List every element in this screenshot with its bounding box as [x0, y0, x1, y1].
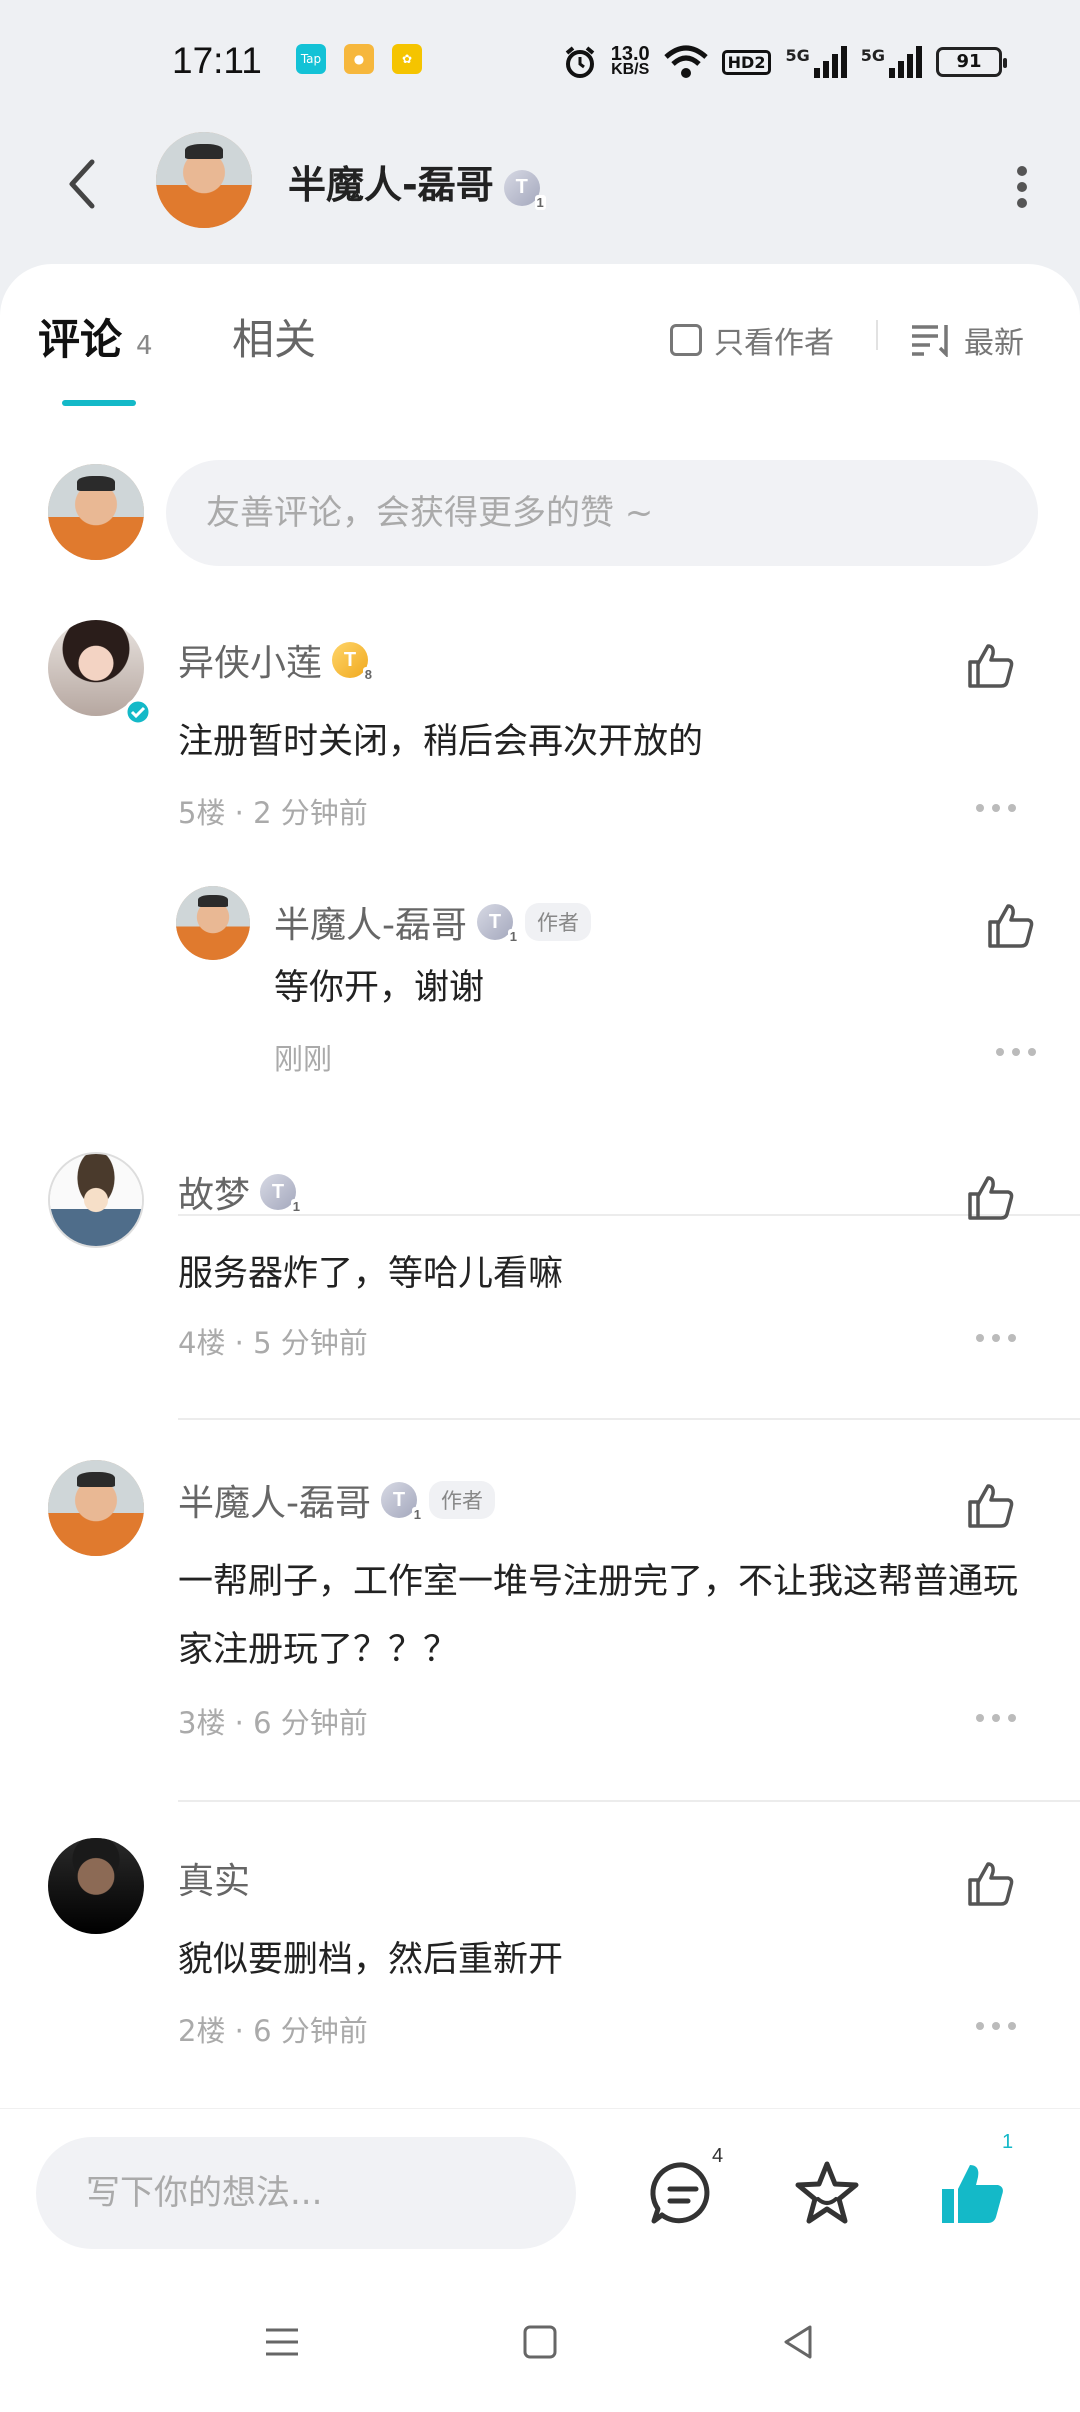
- comment-composer: 友善评论，会获得更多的赞 ~: [48, 460, 1048, 570]
- like-icon[interactable]: [966, 640, 1016, 690]
- comments-panel: 评论 4 相关 只看作者 最新 友善评论，会获得更多的赞 ~ 异侠小莲 T 8 …: [0, 264, 1080, 2108]
- divider: [178, 1800, 1080, 1802]
- sort-icon: [912, 325, 948, 357]
- comment-meta: 2楼 · 6 分钟前: [178, 2014, 368, 2048]
- comment-count-badge: 4: [712, 2145, 724, 2167]
- author-tag: 作者: [525, 903, 591, 941]
- reply-meta: 刚刚: [274, 1042, 333, 1076]
- more-icon[interactable]: [976, 1334, 1016, 1344]
- more-icon[interactable]: [996, 1048, 1036, 1058]
- like-icon[interactable]: [966, 1172, 1016, 1222]
- favorite-star-icon[interactable]: [792, 2159, 862, 2229]
- system-nav-bar: [0, 2278, 1080, 2412]
- status-bar: 17:11 Tap ● ✿ 13.0 KB/S HD2 5G 5G 91: [0, 0, 1080, 124]
- status-indicators: 13.0 KB/S HD2 5G 5G 91: [563, 38, 1007, 86]
- wifi-icon: [663, 45, 708, 78]
- comment-item: 故梦 T 1 服务器炸了，等哈儿看嘛 4楼 · 5 分钟前: [0, 1152, 1080, 1442]
- battery-indicator: 91: [936, 47, 1007, 77]
- divider: [178, 1418, 1080, 1420]
- sort-label: 最新: [964, 326, 1024, 361]
- divider: [876, 320, 878, 350]
- more-icon[interactable]: [976, 2022, 1016, 2032]
- commenter-name[interactable]: 真实: [178, 1852, 250, 1904]
- comment-meta: 5楼 · 2 分钟前: [178, 796, 368, 830]
- commenter-avatar[interactable]: [48, 1152, 144, 1248]
- level-badge-icon: T1: [477, 904, 519, 944]
- bottom-action-bar: 写下你的想法... 4 1: [0, 2108, 1080, 2278]
- author-only-toggle[interactable]: 只看作者: [670, 318, 834, 362]
- more-options-icon[interactable]: [1002, 162, 1042, 212]
- menu-icon[interactable]: [262, 2322, 302, 2362]
- comment-count: 4: [136, 331, 153, 361]
- signal-bars-icon: [889, 46, 922, 78]
- more-icon[interactable]: [976, 804, 1016, 814]
- network-speed: 13.0 KB/S: [610, 43, 650, 78]
- commenter-name[interactable]: 异侠小莲 T 8: [178, 634, 375, 686]
- level-badge-icon: T8: [332, 642, 375, 682]
- status-app-icons: Tap ● ✿: [296, 44, 422, 74]
- taptap-app-icon: Tap: [296, 44, 326, 74]
- home-icon[interactable]: [520, 2322, 560, 2362]
- like-count-badge: 1: [1002, 2131, 1014, 2153]
- reply-name[interactable]: 半魔人-磊哥 T 1 作者: [274, 896, 591, 948]
- comment-text: 貌似要删档，然后重新开: [178, 1940, 564, 1980]
- back-nav-icon[interactable]: [778, 2322, 818, 2362]
- comment-meta: 4楼 · 5 分钟前: [178, 1326, 368, 1360]
- reply-text: 等你开，谢谢: [274, 968, 485, 1008]
- bunny-app-icon: ✿: [392, 44, 422, 74]
- like-icon[interactable]: [986, 900, 1036, 950]
- comment-item: 半魔人-磊哥 T 1 作者 一帮刷子，工作室一堆号注册完了，不让我这帮普通玩家注册玩了…: [0, 1460, 1080, 1830]
- notification-app-icon: ●: [344, 44, 374, 74]
- author-avatar[interactable]: [156, 132, 252, 228]
- signal-1: 5G: [785, 46, 847, 78]
- back-icon[interactable]: [58, 154, 108, 214]
- comment-text: 注册暂时关闭，稍后会再次开放的: [178, 722, 704, 762]
- reply-input[interactable]: 写下你的想法...: [36, 2137, 576, 2249]
- like-active-icon[interactable]: [938, 2159, 1008, 2229]
- sort-button[interactable]: 最新: [910, 318, 1024, 362]
- level-badge-icon: T1: [381, 1482, 423, 1522]
- comment-input[interactable]: 友善评论，会获得更多的赞 ~: [166, 460, 1038, 566]
- tab-bar: 评论 4 相关 只看作者 最新: [0, 264, 1080, 414]
- commenter-name[interactable]: 半魔人-磊哥 T 1 作者: [178, 1474, 495, 1526]
- author-only-label: 只看作者: [714, 326, 834, 361]
- post-header: 半魔人-磊哥 T 1: [0, 124, 1080, 264]
- signal-bars-icon: [813, 46, 847, 78]
- active-tab-indicator: [62, 400, 136, 406]
- comment-text: 服务器炸了，等哈儿看嘛: [178, 1254, 564, 1294]
- commenter-name[interactable]: 故梦 T 1: [178, 1166, 303, 1218]
- like-icon[interactable]: [966, 1480, 1016, 1530]
- reply-item: 半魔人-磊哥 T 1 作者 等你开，谢谢 刚刚: [176, 886, 1076, 1086]
- signal-2: 5G: [861, 46, 922, 78]
- like-icon[interactable]: [966, 1858, 1016, 1908]
- comment-item: 异侠小莲 T 8 注册暂时关闭，稍后会再次开放的 5楼 · 2 分钟前 半魔人-磊哥…: [0, 620, 1080, 1216]
- commenter-avatar[interactable]: [48, 1460, 144, 1556]
- commenter-avatar[interactable]: [48, 1838, 144, 1934]
- comment-meta: 3楼 · 6 分钟前: [178, 1706, 368, 1740]
- hd-indicator: HD2: [721, 49, 772, 75]
- reply-avatar[interactable]: [176, 886, 250, 960]
- level-badge-icon: T1: [260, 1174, 303, 1214]
- checkbox-icon[interactable]: [670, 324, 702, 356]
- verified-icon: [124, 698, 152, 726]
- status-time: 17:11: [172, 40, 262, 81]
- more-icon[interactable]: [976, 1714, 1016, 1724]
- author-tag: 作者: [429, 1481, 495, 1519]
- comment-icon[interactable]: [648, 2159, 718, 2229]
- my-avatar: [48, 464, 144, 560]
- comment-item: 真实 貌似要删档，然后重新开 2楼 · 6 分钟前: [0, 1838, 1080, 2108]
- level-badge-icon: T1: [503, 169, 546, 210]
- tab-related[interactable]: 相关: [232, 306, 316, 367]
- author-name[interactable]: 半魔人-磊哥 T 1: [288, 154, 546, 210]
- tab-comments[interactable]: 评论 4: [38, 306, 153, 367]
- comment-text: 一帮刷子，工作室一堆号注册完了，不让我这帮普通玩家注册玩了？？？: [178, 1562, 1019, 1670]
- alarm-icon: [565, 46, 594, 78]
